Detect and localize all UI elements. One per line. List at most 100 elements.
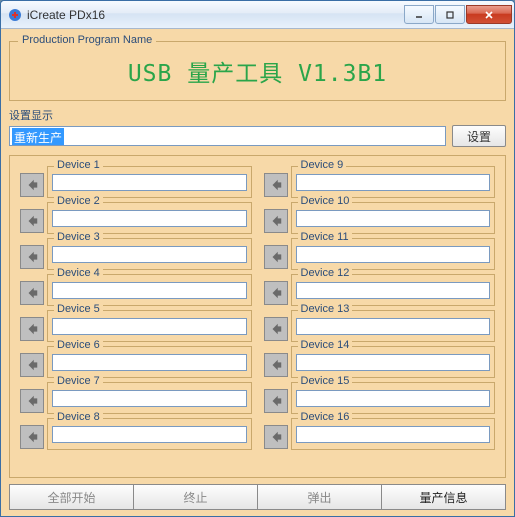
production-info-button[interactable]: 量产信息: [382, 484, 506, 510]
eject-button[interactable]: 弹出: [258, 484, 382, 510]
device-label: Device 2: [54, 195, 103, 207]
device-cell: Device 9: [264, 162, 496, 198]
device-label: Device 12: [298, 267, 353, 279]
device-status-slot: [296, 426, 491, 443]
device-cell: Device 11: [264, 234, 496, 270]
device-status-slot: [52, 246, 247, 263]
device-cell: Device 8: [20, 414, 252, 450]
program-name-group: Production Program Name USB 量产工具 V1.3B1: [9, 41, 506, 101]
device-fieldset: Device 3: [47, 238, 252, 270]
device-fieldset: Device 14: [291, 346, 496, 378]
device-cell: Device 14: [264, 342, 496, 378]
start-all-button[interactable]: 全部开始: [9, 484, 134, 510]
stop-button[interactable]: 终止: [134, 484, 258, 510]
device-label: Device 15: [298, 375, 353, 387]
device-status-slot: [296, 354, 491, 371]
device-status-slot: [52, 282, 247, 299]
device-status-slot: [296, 318, 491, 335]
device-cell: Device 16: [264, 414, 496, 450]
device-fieldset: Device 15: [291, 382, 496, 414]
device-arrow-icon[interactable]: [264, 245, 288, 269]
window-title: iCreate PDx16: [27, 8, 105, 22]
device-label: Device 5: [54, 303, 103, 315]
device-label: Device 8: [54, 411, 103, 423]
device-status-slot: [52, 210, 247, 227]
device-arrow-icon[interactable]: [264, 425, 288, 449]
device-cell: Device 3: [20, 234, 252, 270]
device-fieldset: Device 16: [291, 418, 496, 450]
program-name-text: USB 量产工具 V1.3B1: [18, 50, 497, 94]
device-cell: Device 15: [264, 378, 496, 414]
device-label: Device 14: [298, 339, 353, 351]
device-fieldset: Device 6: [47, 346, 252, 378]
settings-label: 设置显示: [9, 107, 506, 123]
device-cell: Device 13: [264, 306, 496, 342]
device-status-slot: [296, 246, 491, 263]
device-fieldset: Device 7: [47, 382, 252, 414]
device-label: Device 1: [54, 159, 103, 171]
app-window: iCreate PDx16 Production Program Name US…: [0, 0, 515, 517]
minimize-button[interactable]: [404, 5, 434, 24]
device-cell: Device 10: [264, 198, 496, 234]
app-icon: [7, 7, 23, 23]
close-button[interactable]: [466, 5, 512, 24]
device-arrow-icon[interactable]: [20, 389, 44, 413]
device-status-slot: [296, 282, 491, 299]
device-arrow-icon[interactable]: [264, 209, 288, 233]
device-arrow-icon[interactable]: [20, 281, 44, 305]
device-cell: Device 7: [20, 378, 252, 414]
program-group-legend: Production Program Name: [18, 34, 156, 46]
device-arrow-icon[interactable]: [20, 317, 44, 341]
device-fieldset: Device 12: [291, 274, 496, 306]
client-area: Production Program Name USB 量产工具 V1.3B1 …: [1, 29, 514, 516]
device-arrow-icon[interactable]: [264, 281, 288, 305]
device-cell: Device 12: [264, 270, 496, 306]
device-status-slot: [52, 174, 247, 191]
device-fieldset: Device 2: [47, 202, 252, 234]
device-label: Device 9: [298, 159, 347, 171]
device-arrow-icon[interactable]: [20, 245, 44, 269]
titlebar[interactable]: iCreate PDx16: [1, 1, 514, 29]
settings-section: 设置显示 重新生产 设置: [9, 107, 506, 147]
device-arrow-icon[interactable]: [20, 353, 44, 377]
device-cell: Device 6: [20, 342, 252, 378]
settings-button[interactable]: 设置: [452, 125, 506, 147]
bottom-toolbar: 全部开始 终止 弹出 量产信息: [9, 484, 506, 510]
device-label: Device 6: [54, 339, 103, 351]
device-status-slot: [52, 318, 247, 335]
device-arrow-icon[interactable]: [264, 389, 288, 413]
device-label: Device 16: [298, 411, 353, 423]
device-label: Device 13: [298, 303, 353, 315]
device-arrow-icon[interactable]: [20, 425, 44, 449]
device-label: Device 7: [54, 375, 103, 387]
device-fieldset: Device 9: [291, 166, 496, 198]
device-fieldset: Device 11: [291, 238, 496, 270]
device-fieldset: Device 4: [47, 274, 252, 306]
device-fieldset: Device 1: [47, 166, 252, 198]
device-cell: Device 4: [20, 270, 252, 306]
device-status-slot: [296, 174, 491, 191]
device-cell: Device 5: [20, 306, 252, 342]
device-status-slot: [52, 390, 247, 407]
device-cell: Device 1: [20, 162, 252, 198]
device-label: Device 3: [54, 231, 103, 243]
settings-input[interactable]: 重新生产: [9, 126, 446, 146]
device-arrow-icon[interactable]: [20, 173, 44, 197]
device-fieldset: Device 5: [47, 310, 252, 342]
device-status-slot: [52, 426, 247, 443]
window-controls: [404, 5, 514, 24]
devices-group: Device 1Device 9Device 2Device 10Device …: [9, 155, 506, 478]
device-fieldset: Device 8: [47, 418, 252, 450]
device-arrow-icon[interactable]: [264, 353, 288, 377]
device-arrow-icon[interactable]: [20, 209, 44, 233]
device-cell: Device 2: [20, 198, 252, 234]
device-arrow-icon[interactable]: [264, 317, 288, 341]
device-status-slot: [52, 354, 247, 371]
device-label: Device 10: [298, 195, 353, 207]
maximize-button[interactable]: [435, 5, 465, 24]
settings-input-value: 重新生产: [12, 128, 64, 146]
device-status-slot: [296, 210, 491, 227]
device-label: Device 4: [54, 267, 103, 279]
device-fieldset: Device 13: [291, 310, 496, 342]
device-arrow-icon[interactable]: [264, 173, 288, 197]
